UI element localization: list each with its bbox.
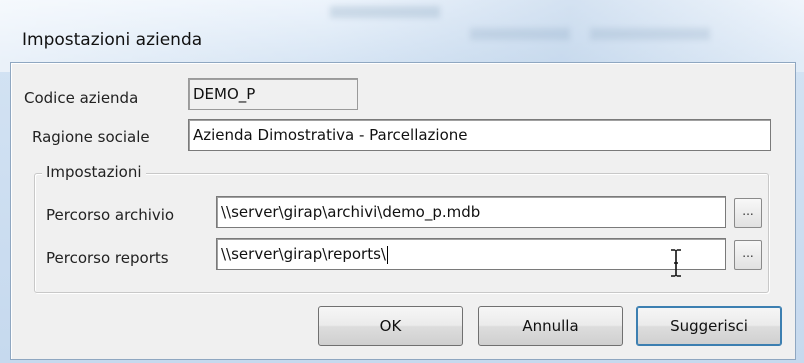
background-blur — [590, 28, 710, 40]
ragione-sociale-field[interactable]: Azienda Dimostrativa - Parcellazione — [188, 119, 771, 151]
impostazioni-group — [34, 173, 769, 293]
codice-azienda-label: Codice azienda — [24, 89, 139, 107]
impostazioni-group-title: Impostazioni — [42, 163, 146, 181]
browse-reports-button[interactable]: ... — [734, 240, 762, 270]
suggerisci-button[interactable]: Suggerisci — [636, 306, 782, 346]
percorso-archivio-label: Percorso archivio — [46, 206, 175, 224]
ragione-sociale-label: Ragione sociale — [32, 128, 150, 146]
percorso-archivio-field[interactable]: \\server\girap\archivi\demo_p.mdb — [216, 196, 726, 228]
background-blur — [470, 28, 570, 40]
ibeam-cursor-icon — [671, 249, 681, 277]
background-blur — [330, 6, 440, 18]
codice-azienda-field: DEMO_P — [188, 78, 358, 110]
percorso-reports-label: Percorso reports — [46, 249, 169, 267]
dialog-window: Impostazioni azienda Codice azienda DEMO… — [0, 0, 804, 363]
percorso-reports-field[interactable]: \\server\girap\reports\ — [216, 238, 726, 270]
browse-archivio-button[interactable]: ... — [734, 198, 762, 228]
ok-button[interactable]: OK — [318, 306, 463, 346]
text-caret — [386, 245, 388, 264]
window-title: Impostazioni azienda — [22, 30, 203, 50]
percorso-reports-value: \\server\girap\reports\ — [221, 245, 386, 263]
annulla-button[interactable]: Annulla — [478, 306, 623, 346]
